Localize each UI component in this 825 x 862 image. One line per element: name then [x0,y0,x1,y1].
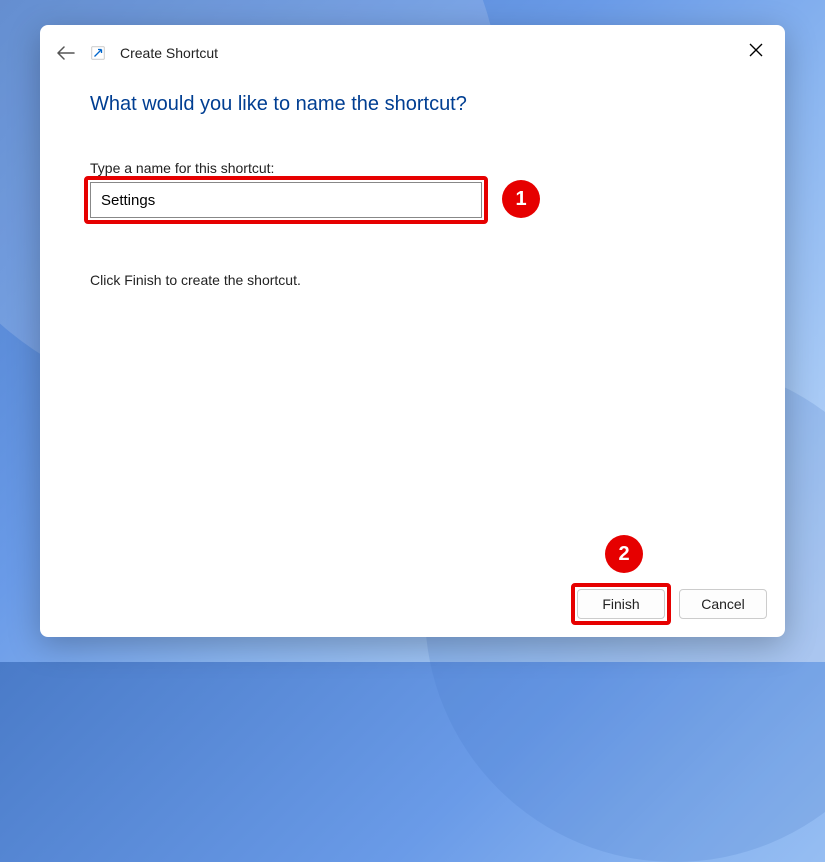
shortcut-name-label: Type a name for this shortcut: [90,160,735,176]
dialog-footer: Finish 2 Cancel [40,575,785,637]
close-button[interactable] [741,35,771,65]
finish-wrapper: Finish 2 [577,589,665,619]
dialog-title-row: Create Shortcut [40,25,785,63]
finish-button[interactable]: Finish [577,589,665,619]
close-icon [749,43,763,57]
cancel-button[interactable]: Cancel [679,589,767,619]
create-shortcut-dialog: Create Shortcut What would you like to n… [40,25,785,637]
dialog-heading: What would you like to name the shortcut… [90,93,735,116]
arrow-left-icon [57,46,75,60]
dialog-title: Create Shortcut [120,45,218,61]
hint-text: Click Finish to create the shortcut. [90,272,735,288]
annotation-badge-1: 1 [502,180,540,218]
dialog-content: What would you like to name the shortcut… [40,63,785,575]
shortcut-name-input[interactable] [90,182,482,218]
input-wrapper: 1 [90,182,482,218]
back-button[interactable] [56,43,76,63]
shortcut-icon [90,45,106,61]
